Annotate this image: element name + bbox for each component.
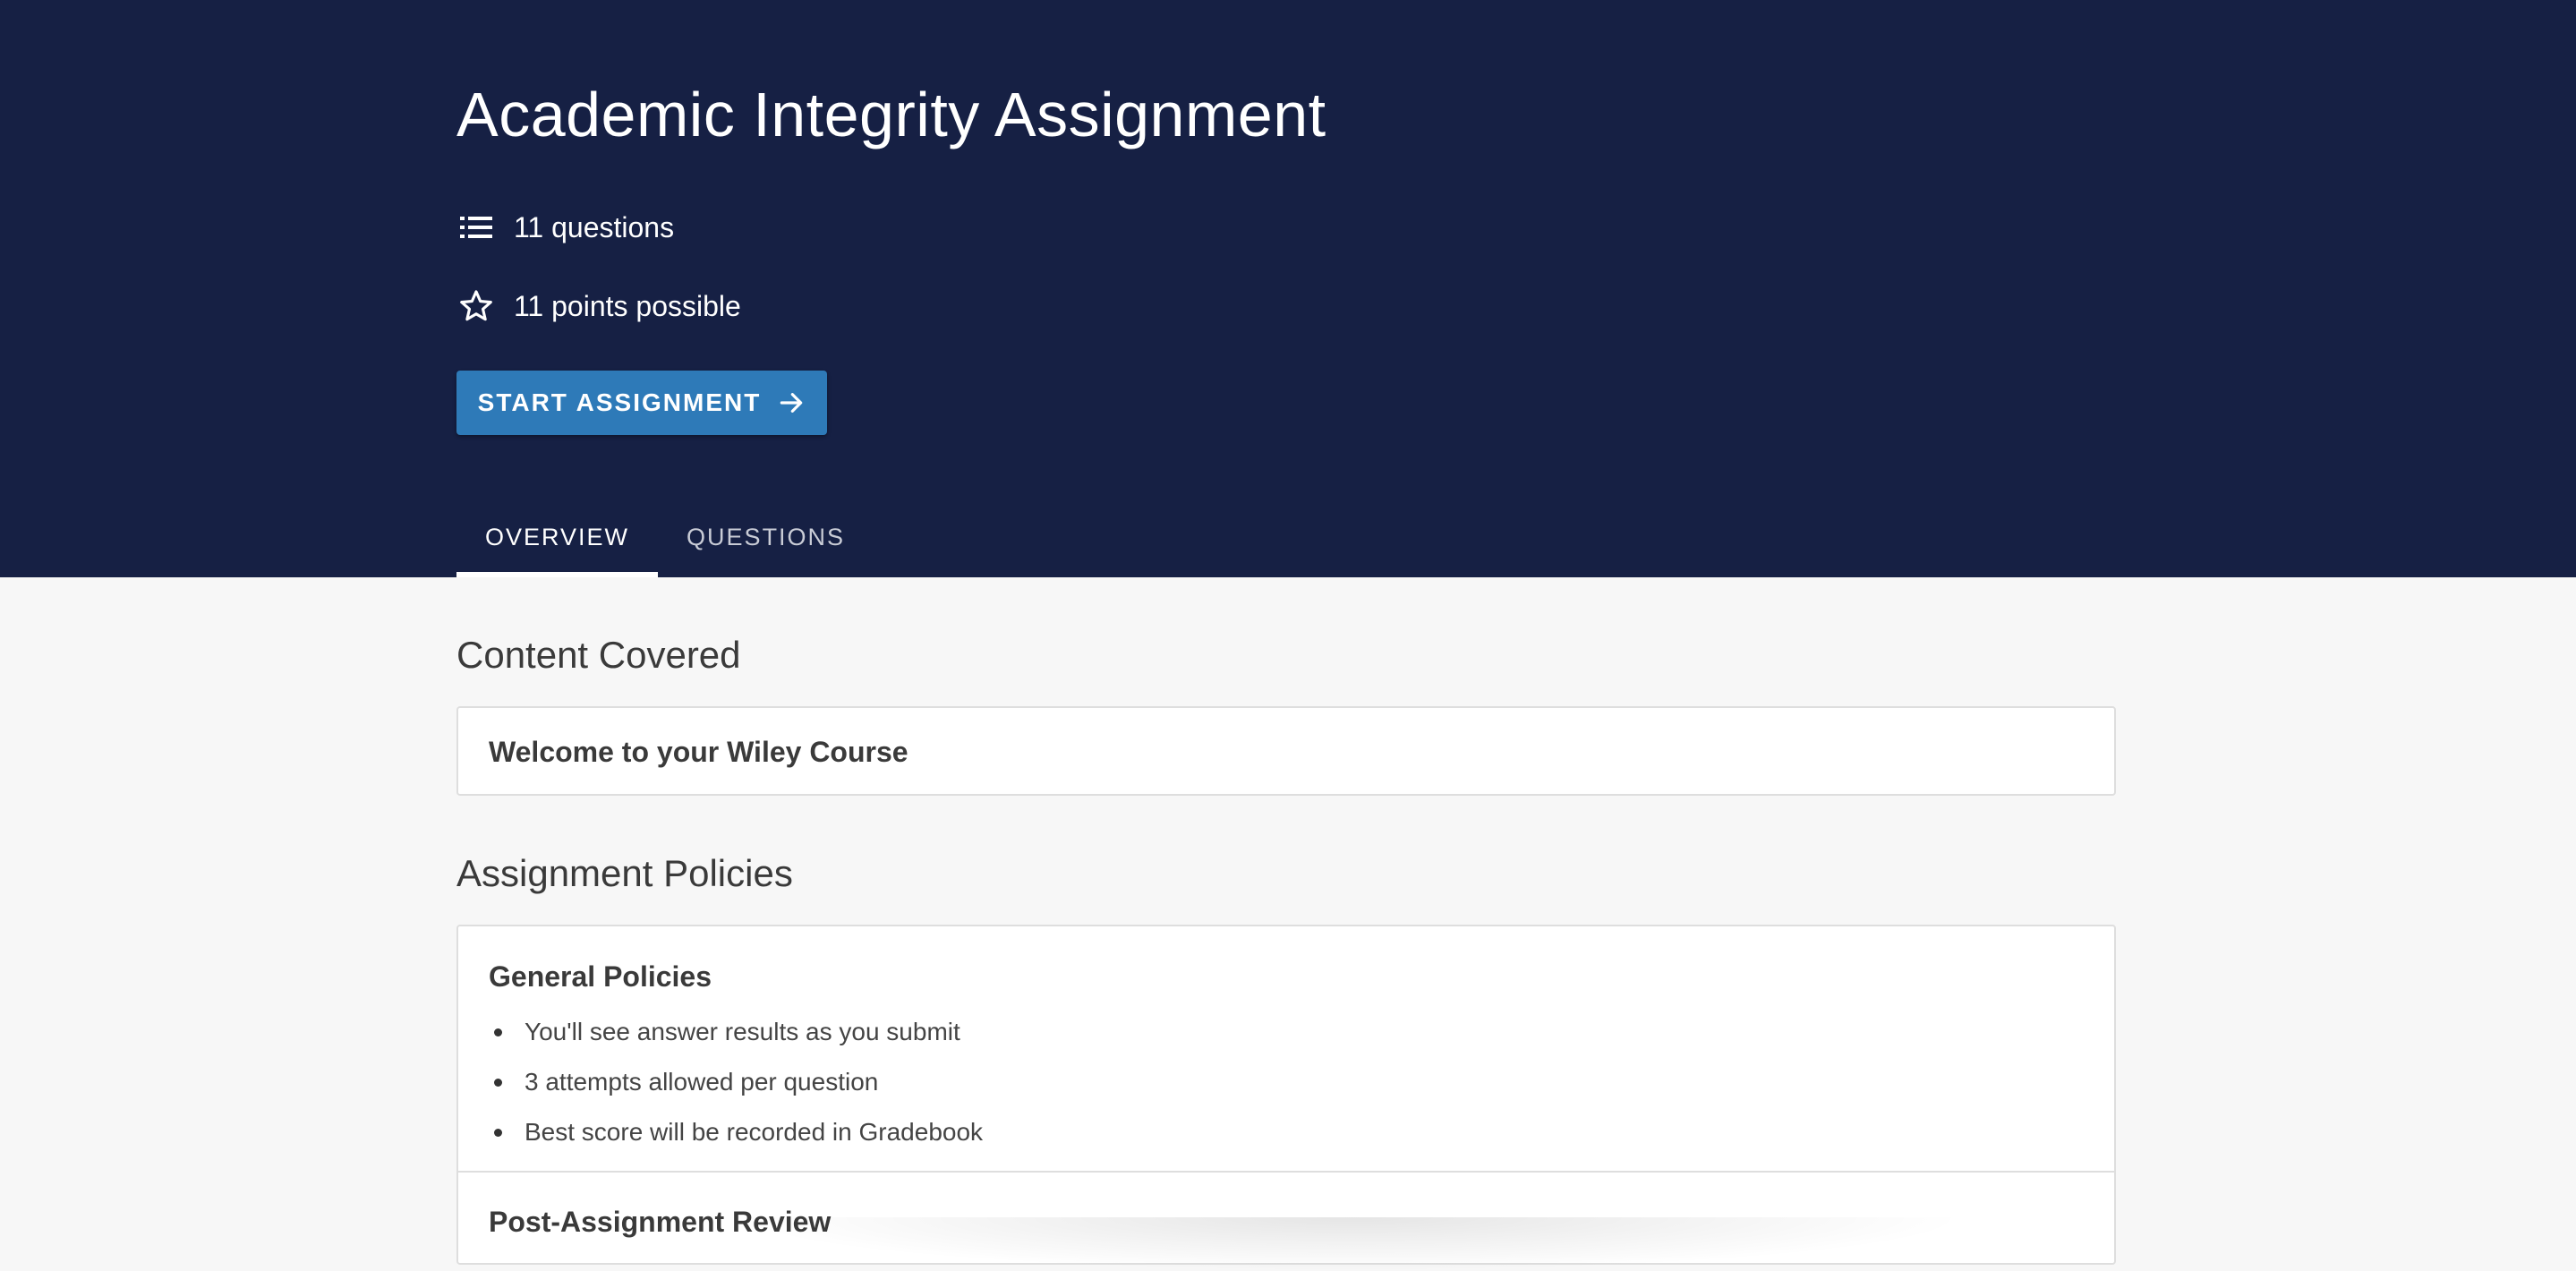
content-covered-item[interactable]: Welcome to your Wiley Course <box>489 736 908 769</box>
points-possible: 11 points possible <box>514 289 741 322</box>
bullet-icon <box>494 1028 502 1036</box>
assignment-tabs: OVERVIEW QUESTIONS <box>456 497 874 577</box>
questions-count-row: 11 questions <box>456 205 674 250</box>
list-item: You'll see answer results as you submit <box>489 1007 983 1057</box>
general-policies-title: General Policies <box>489 960 712 993</box>
list-icon <box>456 208 496 247</box>
start-assignment-button[interactable]: START ASSIGNMENT <box>456 371 827 435</box>
policy-text: Best score will be recorded in Gradebook <box>525 1118 984 1146</box>
points-row: 11 points possible <box>456 284 741 328</box>
content-covered-card: Welcome to your Wiley Course <box>456 706 2116 796</box>
policies-divider <box>458 1171 2114 1173</box>
policy-text: You'll see answer results as you submit <box>525 1018 960 1045</box>
assignment-policies-heading: Assignment Policies <box>456 852 793 894</box>
policies-card: General Policies You'll see answer resul… <box>456 925 2116 1265</box>
content-covered-heading: Content Covered <box>456 634 741 676</box>
arrow-right-icon <box>777 388 806 417</box>
tab-questions[interactable]: QUESTIONS <box>658 497 874 577</box>
assignment-header: Academic Integrity Assignment 11 questio… <box>0 0 2576 577</box>
questions-count: 11 questions <box>514 210 675 243</box>
tab-overview[interactable]: OVERVIEW <box>456 497 659 577</box>
bullet-icon <box>494 1129 502 1137</box>
list-item: Best score will be recorded in Gradebook <box>489 1107 983 1157</box>
general-policies-list: You'll see answer results as you submit … <box>489 1007 983 1157</box>
start-assignment-label: START ASSIGNMENT <box>477 388 762 416</box>
policy-text: 3 attempts allowed per question <box>525 1068 879 1096</box>
bullet-icon <box>494 1079 502 1087</box>
footer-shadow <box>734 1217 1969 1271</box>
star-outline-icon <box>456 286 496 326</box>
page-title: Academic Integrity Assignment <box>456 80 1326 149</box>
list-item: 3 attempts allowed per question <box>489 1057 983 1107</box>
